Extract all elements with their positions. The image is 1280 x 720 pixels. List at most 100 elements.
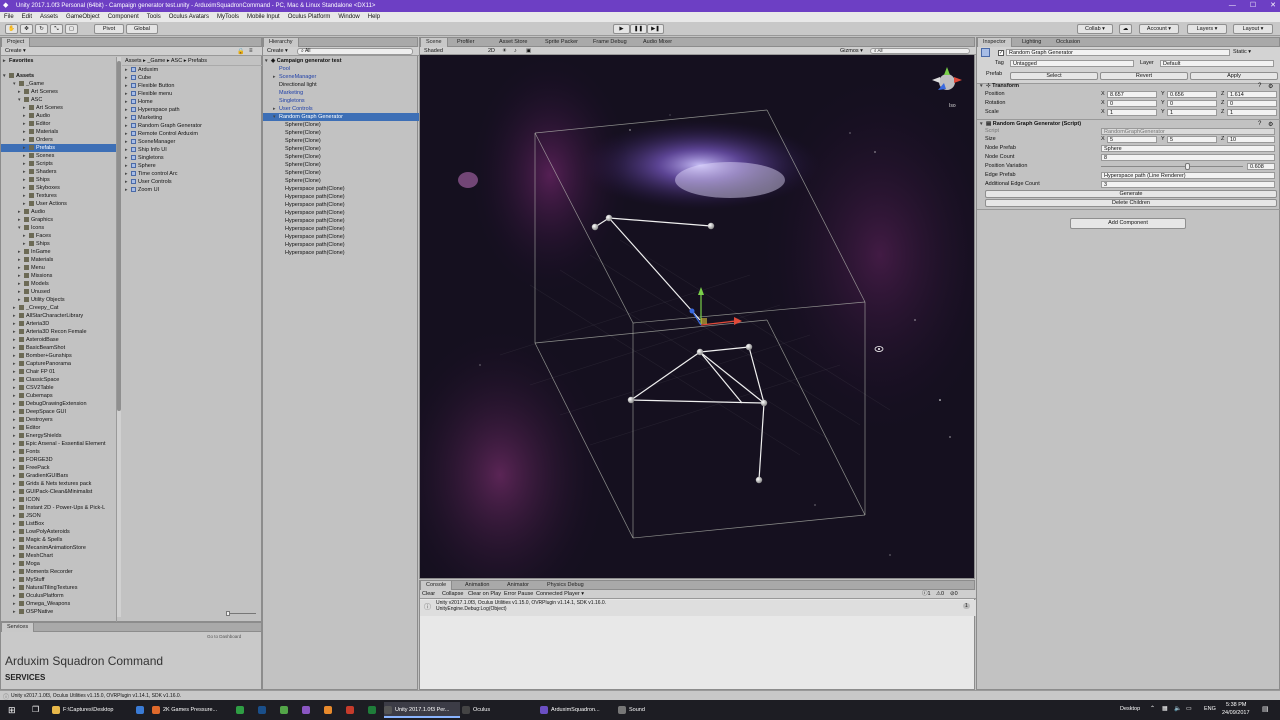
desktop-toolbar-label[interactable]: Desktop [1120, 706, 1140, 712]
prefab-asset-item[interactable]: ▸ Cube [125, 74, 151, 82]
sphere-node[interactable] [591, 223, 599, 231]
axis-x-label[interactable]: X [1101, 91, 1105, 98]
generate-button[interactable]: Generate [985, 190, 1277, 198]
axis-y-label[interactable]: Y [1161, 91, 1165, 98]
minimize-icon[interactable]: — [1229, 0, 1236, 12]
assets-root-row[interactable]: ▾ Assets [3, 72, 34, 80]
hierarchy-item[interactable]: Hyperspace path(Clone) [263, 225, 419, 233]
project-folder-row[interactable]: ▸ Cubemaps [1, 392, 116, 400]
hierarchy-item[interactable]: Sphere(Clone) [263, 121, 419, 129]
sphere-node[interactable] [745, 343, 753, 351]
project-folder-row[interactable]: ▸ Chair FP 01 [1, 368, 116, 376]
project-folder-row[interactable]: ▸ Editor [1, 424, 116, 432]
project-create-button[interactable]: Create ▾ [5, 47, 26, 55]
prefab-asset-item[interactable]: ▸ Singletons [125, 154, 164, 162]
axis-z-label[interactable]: Z [1221, 91, 1224, 98]
prefab-asset-item[interactable]: ▸ Remote Control Arduxim [125, 130, 198, 138]
scene-tab-frame-debug[interactable]: Frame Debug [588, 38, 632, 47]
inspector-tab-inspector[interactable]: Inspector [977, 38, 1012, 47]
project-folder-row[interactable]: ▸ MyStuff [1, 576, 116, 584]
close-icon[interactable]: ✕ [1270, 0, 1276, 12]
console-collapse-button[interactable]: Collapse [442, 590, 463, 598]
volume-icon[interactable]: 🔈 [1174, 705, 1181, 712]
hierarchy-item[interactable]: Sphere(Clone) [263, 177, 419, 185]
prefab-asset-item[interactable]: ▸ User Controls [125, 178, 172, 186]
transform-scale-x-field[interactable]: 1 [1107, 109, 1157, 116]
project-folder-row[interactable]: ▸ Magic & Spells [1, 536, 116, 544]
transform-rotation-y-field[interactable]: 0 [1167, 100, 1217, 107]
axis-x-label[interactable]: X [1101, 100, 1105, 107]
console-warning-toggle[interactable]: ⚠0 [936, 590, 944, 598]
hierarchy-item[interactable]: Sphere(Clone) [263, 145, 419, 153]
axis-y-label[interactable]: Y [1161, 109, 1165, 116]
project-folder-row[interactable]: ▸ Audio [1, 112, 116, 120]
project-folder-row[interactable]: ▸ GradientGUIBars [1, 472, 116, 480]
project-folder-row[interactable]: ▸ FORGE3D [1, 456, 116, 464]
project-folder-row[interactable]: ▸ ICON [1, 496, 116, 504]
additional-edge-count-field[interactable]: 3 [1101, 181, 1275, 188]
transform-position-x-field[interactable]: 8.657 [1107, 91, 1157, 98]
project-folder-row[interactable]: ▸ Scenes [1, 152, 116, 160]
pause-button[interactable]: ❚❚ [630, 24, 647, 34]
console-tab-physics-debug[interactable]: Physics Debug [542, 581, 589, 590]
project-folder-row[interactable]: ▸ ListBox [1, 520, 116, 528]
project-folder-row[interactable]: ▸ Omega_Weapons [1, 600, 116, 608]
hierarchy-item[interactable]: Sphere(Clone) [263, 129, 419, 137]
tab-project[interactable]: Project [1, 38, 31, 47]
project-folder-row[interactable]: ▸ Art Scenes [1, 104, 116, 112]
layout-dropdown[interactable]: Layout ▾ [1233, 24, 1273, 34]
prefab-asset-item[interactable]: ▸ Home [125, 98, 153, 106]
scene-tab-profiler[interactable]: Profiler [452, 38, 479, 47]
prefab-revert-button[interactable]: Revert [1100, 72, 1188, 80]
audio-toggle-icon[interactable]: ♪ [514, 47, 517, 55]
console-tab-animation[interactable]: Animation [460, 581, 494, 590]
menu-item-assets[interactable]: Assets [40, 14, 58, 20]
hierarchy-item[interactable]: ▸ User Controls [263, 105, 419, 113]
gizmos-dropdown[interactable]: Gizmos ▾ [840, 47, 863, 55]
prefab-asset-item[interactable]: ▸ Flexible Button [125, 82, 174, 90]
breadcrumb-path[interactable]: Assets ▸ _Game ▸ ASC ▸ Prefabs [125, 57, 207, 65]
scene-tab-audio-mixer[interactable]: Audio Mixer [638, 38, 677, 47]
project-folder-row[interactable]: ▸ ClassicSpace [1, 376, 116, 384]
menu-item-edit[interactable]: Edit [22, 14, 32, 20]
component-settings-icon[interactable]: ⚙ [1268, 121, 1273, 128]
project-folder-row[interactable]: ▸ Fonts [1, 448, 116, 456]
project-folder-row[interactable]: ▸ Shaders [1, 168, 116, 176]
console-tab-console[interactable]: Console [420, 581, 453, 590]
menu-item-mobile-input[interactable]: Mobile Input [247, 14, 280, 20]
rect-tool-button[interactable]: ▢ [65, 24, 78, 34]
project-folder-row[interactable]: ▸ Utility Objects [1, 296, 116, 304]
position-variation-slider[interactable] [1101, 163, 1243, 170]
project-folder-row[interactable]: ▸ Prefabs [1, 144, 116, 152]
scene-tab-asset-store[interactable]: Asset Store [494, 38, 532, 47]
mode-2d-toggle[interactable]: 2D [488, 47, 495, 55]
scene-tab-scene[interactable]: Scene [420, 38, 448, 47]
rotate-tool-button[interactable]: ↻ [35, 24, 48, 34]
cloud-icon[interactable]: ☁ [1119, 24, 1132, 34]
project-folder-row[interactable]: ▸ Ships [1, 240, 116, 248]
size-y-field[interactable]: 5 [1167, 136, 1217, 143]
prefab-asset-item[interactable]: ▸ Random Graph Generator [125, 122, 202, 130]
hierarchy-item[interactable]: Sphere(Clone) [263, 153, 419, 161]
hand-tool-button[interactable]: ✋ [5, 24, 18, 34]
project-folder-row[interactable]: ▸ Materials [1, 128, 116, 136]
hierarchy-search-input[interactable]: ⌕ All [297, 48, 413, 55]
taskbar-app-button[interactable]: Unity 2017.1.0f3 Per... [384, 702, 460, 718]
prefab-asset-item[interactable]: ▸ Sphere [125, 162, 156, 170]
pivot-toggle[interactable]: Pivot [94, 24, 124, 34]
shading-mode-dropdown[interactable]: Shaded [424, 47, 443, 55]
hierarchy-item[interactable]: ▸ SceneManager [263, 73, 419, 81]
hierarchy-item[interactable]: Hyperspace path(Clone) [263, 201, 419, 209]
project-folder-row[interactable]: ▸ Grids & Nets textures pack [1, 480, 116, 488]
size-z-field[interactable]: 10 [1227, 136, 1275, 143]
project-folder-row[interactable]: ▸ Models [1, 280, 116, 288]
project-folder-row[interactable]: ▸ Orders [1, 136, 116, 144]
clock-time[interactable]: 5:38 PM [1226, 702, 1246, 708]
project-folder-row[interactable]: ▸ BasicBeamShot [1, 344, 116, 352]
console-clear-button[interactable]: Clear [422, 590, 435, 598]
component-settings-icon[interactable]: ⚙ [1268, 83, 1273, 90]
project-folder-row[interactable]: ▸ Graphics [1, 216, 116, 224]
hierarchy-item[interactable]: ▾ Random Graph Generator [263, 113, 419, 121]
project-folder-row[interactable]: ▾ ASC [1, 96, 116, 104]
taskbar-app-button[interactable] [362, 702, 382, 718]
